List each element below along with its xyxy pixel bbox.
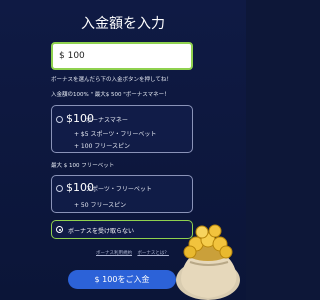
- radio-icon[interactable]: [56, 185, 63, 192]
- bonus-option-money[interactable]: $100 ボーナスマネー + $5 スポーツ・フリーベット + 100 フリース…: [51, 105, 193, 153]
- max-freebet-text: 最大 $ 100 フリーベット: [51, 163, 115, 169]
- bonus-links: ボーナス利用規約 ボーナスとは？: [96, 250, 173, 256]
- bonus-type: スポーツ・フリーベット: [86, 186, 152, 193]
- deposit-amount-input[interactable]: $ 100: [51, 42, 193, 70]
- deposit-panel: 入金額を入力 $ 100 ボーナスを選んだら下の入金ボタンを押してね！ 入金額の…: [0, 0, 246, 300]
- deposit-submit-button[interactable]: $ 100をご入金: [68, 270, 176, 289]
- bonus-extra-1: + 50 フリースピン: [74, 202, 127, 209]
- bonus-hint-text: ボーナスを選んだら下の入金ボタンを押してね！: [51, 77, 172, 83]
- radio-selected-icon[interactable]: [56, 226, 63, 233]
- bonus-extra-1: + $5 スポーツ・フリーベット: [74, 131, 157, 138]
- bonus-extra-2: + 100 フリースピン: [74, 143, 130, 150]
- page-title: 入金額を入力: [81, 16, 165, 32]
- what-is-bonus-link[interactable]: ボーナスとは？: [137, 251, 169, 256]
- radio-icon[interactable]: [56, 116, 63, 123]
- decline-label: ボーナスを受け取らない: [68, 228, 135, 235]
- bonus-option-sports[interactable]: $100 スポーツ・フリーベット + 50 フリースピン: [51, 175, 193, 213]
- terms-link[interactable]: ボーナス利用規約: [96, 251, 132, 256]
- bonus-type: ボーナスマネー: [86, 117, 128, 124]
- deposit-bonus-text: 入金額の100% " 最大$ 500 "ボーナスマネー！: [51, 92, 170, 98]
- money-bag-icon: [176, 224, 240, 300]
